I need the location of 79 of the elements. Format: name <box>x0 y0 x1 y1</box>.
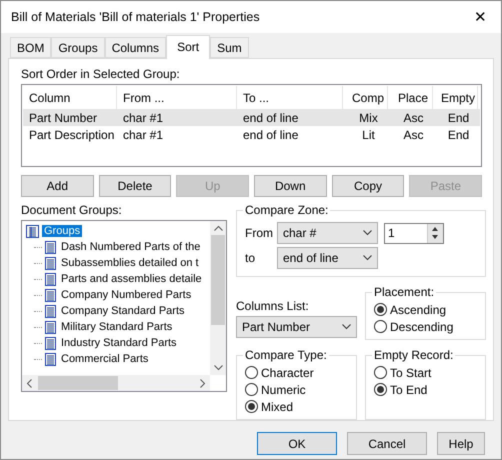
list-button[interactable]: Add <box>21 175 94 197</box>
radio-label: Descending <box>390 320 454 334</box>
radio-button[interactable] <box>374 383 387 396</box>
document-list-icon <box>45 256 56 270</box>
list-row[interactable]: Part Number char #1 end of line Mix Asc End <box>23 109 480 126</box>
radio-label: Ascending <box>390 302 446 316</box>
tab[interactable]: Sum <box>210 37 249 58</box>
group-title: Compare Zone: <box>244 203 330 217</box>
radio-label: Mixed <box>261 400 294 414</box>
list-button[interactable]: Down <box>254 175 327 197</box>
scroll-right-icon[interactable] <box>200 378 206 388</box>
group-title: Compare Type: <box>244 348 328 362</box>
radio-label: To End <box>390 382 428 396</box>
radio-label: To Start <box>390 366 432 380</box>
scroll-down-icon[interactable] <box>214 365 222 371</box>
radio-button[interactable] <box>374 320 387 333</box>
table-cell-text: End <box>446 110 470 124</box>
tree-item[interactable]: Subassemblies detailed on t <box>59 257 201 269</box>
dialog-button[interactable]: OK <box>257 432 337 455</box>
table-cell-text: char #1 <box>122 110 164 124</box>
field-label: Columns List: <box>236 299 310 313</box>
section-label: Document Groups: <box>21 203 123 217</box>
document-list-icon <box>45 320 56 334</box>
window-title: Bill of Materials 'Bill of materials 1' Properties <box>11 10 260 24</box>
table-cell-text: Asc <box>402 110 424 124</box>
close-button[interactable]: ✕ <box>470 8 491 26</box>
number-spinner[interactable]: 1 <box>384 222 444 244</box>
table-cell-text: Mix <box>358 110 379 124</box>
table-cell-text: end of line <box>242 128 300 142</box>
list-button[interactable]: Copy <box>332 175 404 197</box>
radio-label: Character <box>261 366 314 380</box>
radio-label: Numeric <box>261 382 306 396</box>
table-cell-text: end of line <box>242 110 300 124</box>
tab[interactable]: Sort <box>166 35 210 59</box>
radio-button[interactable] <box>245 400 258 413</box>
table-cell-text: Lit <box>361 128 376 142</box>
radio-button[interactable] <box>374 303 387 316</box>
scroll-up-icon[interactable] <box>214 225 222 231</box>
document-list-icon <box>45 352 56 366</box>
document-list-icon <box>45 304 56 318</box>
horizontal-scrollbar[interactable] <box>22 375 210 391</box>
table-cell-text: End <box>446 128 470 142</box>
tree-item[interactable]: Industry Standard Parts <box>59 337 179 349</box>
table-icon <box>26 224 39 238</box>
list-button[interactable]: Delete <box>98 175 172 197</box>
scroll-left-icon[interactable] <box>26 378 32 388</box>
tree-item[interactable]: Company Standard Parts <box>59 305 187 317</box>
document-list-icon <box>45 240 56 254</box>
tab[interactable]: Groups <box>51 37 105 58</box>
table-cell-text: Part Number <box>28 110 98 124</box>
to-dropdown[interactable]: end of line <box>277 247 378 269</box>
table-cell-text: Asc <box>402 128 424 142</box>
tree-item[interactable]: Commercial Parts <box>59 353 150 365</box>
dialog-button[interactable]: Cancel <box>347 432 427 455</box>
tab[interactable]: BOM <box>10 37 52 58</box>
field-label: From <box>245 226 271 240</box>
tab[interactable]: Columns <box>104 37 166 58</box>
radio-button[interactable] <box>374 366 387 379</box>
radio-button[interactable] <box>245 383 258 396</box>
from-dropdown[interactable]: char # <box>277 222 378 244</box>
tree-item[interactable]: Parts and assemblies detaile <box>59 273 204 285</box>
radio-button[interactable] <box>245 366 258 379</box>
section-label: Sort Order in Selected Group: <box>21 67 181 81</box>
tree-item[interactable]: Company Numbered Parts <box>59 289 194 301</box>
tree-item[interactable]: Military Standard Parts <box>59 321 174 333</box>
field-label: to <box>245 251 256 265</box>
table-cell-text: char #1 <box>122 128 164 142</box>
table-cell-text: Part Description <box>28 128 116 142</box>
tree-item[interactable]: Groups <box>42 225 82 237</box>
group-title: Placement: <box>373 285 436 299</box>
list-row[interactable]: Part Description char #1 end of line Lit Asc End <box>23 126 480 143</box>
columns-dropdown[interactable]: Part Number <box>236 316 357 338</box>
tree-item[interactable]: Dash Numbered Parts of the <box>59 241 202 253</box>
document-list-icon <box>45 272 56 286</box>
vertical-scrollbar[interactable] <box>210 221 226 375</box>
document-list-icon <box>45 336 56 350</box>
group-title: Empty Record: <box>373 348 454 362</box>
dialog-button[interactable]: Help <box>437 432 485 455</box>
document-list-icon <box>45 288 56 302</box>
